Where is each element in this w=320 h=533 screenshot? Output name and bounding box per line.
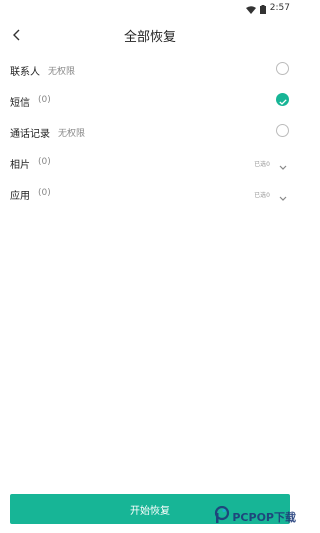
watermark: PCPOP下载 [214,505,296,528]
status-bar: 2:57 [0,0,300,16]
row-permission: 无权限 [58,129,86,139]
watermark-text: PCPOP下载 [232,511,296,524]
header: 全部恢复 [0,16,300,54]
row-label: 应用 [10,191,30,202]
row-sms[interactable]: 短信 (0) [0,85,300,117]
row-count: (0) [38,95,51,105]
status-time: 2:57 [269,3,290,13]
row-label: 通话记录 [10,129,50,140]
row-label: 联系人 [10,67,40,78]
row-contacts[interactable]: 联系人 无权限 [0,54,300,86]
select-radio[interactable] [276,62,289,75]
selected-count: 已选0 [254,161,270,168]
row-apps[interactable]: 应用 (0) 已选0 [0,178,300,210]
select-radio[interactable] [276,124,289,137]
row-label: 短信 [10,98,30,109]
pcpop-logo-icon [214,505,230,528]
page-title: 全部恢复 [123,30,176,45]
row-permission: 无权限 [48,67,76,77]
wifi-icon [245,0,256,18]
row-photos[interactable]: 相片 (0) 已选0 [0,147,300,179]
row-count: (0) [38,157,51,167]
select-radio-checked[interactable] [276,93,289,106]
chevron-down-icon[interactable] [278,188,288,201]
status-right: 2:57 [245,2,290,14]
selected-count: 已选0 [254,192,270,199]
row-call-log[interactable]: 通话记录 无权限 [0,116,300,148]
check-icon [278,90,287,109]
battery-icon [259,0,266,18]
row-count: (0) [38,188,51,198]
chevron-down-icon[interactable] [278,157,288,170]
row-label: 相片 [10,160,30,171]
